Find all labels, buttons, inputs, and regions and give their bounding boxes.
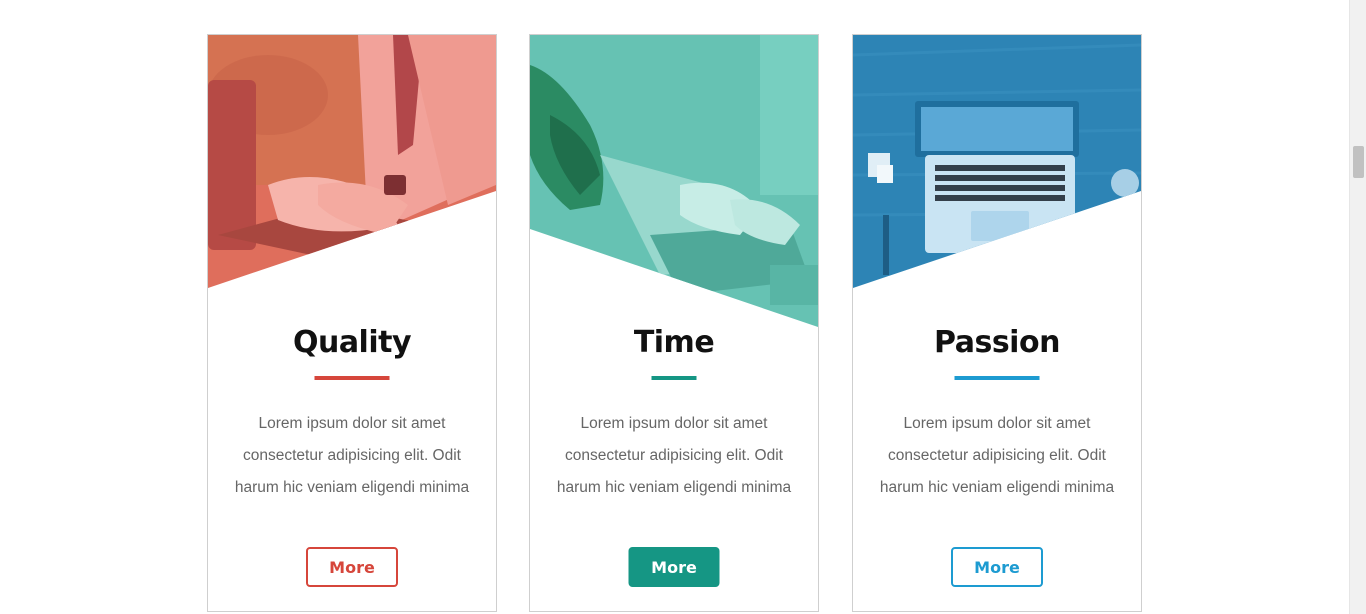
title-underline: [651, 376, 697, 380]
more-button[interactable]: More: [306, 547, 398, 587]
card-title: Passion: [934, 325, 1060, 360]
title-underline: [314, 376, 390, 380]
card-image-laptop-typing: [208, 35, 496, 327]
card-passion: Passion Lorem ipsum dolor sit amet conse…: [852, 34, 1142, 612]
card-description: Lorem ipsum dolor sit amet consectetur a…: [234, 415, 470, 496]
card-description: Lorem ipsum dolor sit amet consectetur a…: [879, 415, 1115, 496]
card-description: Lorem ipsum dolor sit amet consectetur a…: [556, 415, 792, 496]
card-title: Time: [633, 325, 715, 360]
card-image-laptop-top-view: [853, 35, 1141, 327]
more-button[interactable]: More: [628, 547, 720, 587]
title-underline: [954, 376, 1040, 380]
card-time: Time Lorem ipsum dolor sit amet consecte…: [529, 34, 819, 612]
card-image-laptop-desk: [530, 35, 818, 327]
page-scrollbar[interactable]: [1349, 0, 1366, 614]
more-button[interactable]: More: [951, 547, 1043, 587]
card-title: Quality: [292, 325, 412, 360]
scrollbar-thumb[interactable]: [1353, 146, 1364, 178]
card-quality: Quality Lorem ipsum dolor sit amet conse…: [207, 34, 497, 612]
